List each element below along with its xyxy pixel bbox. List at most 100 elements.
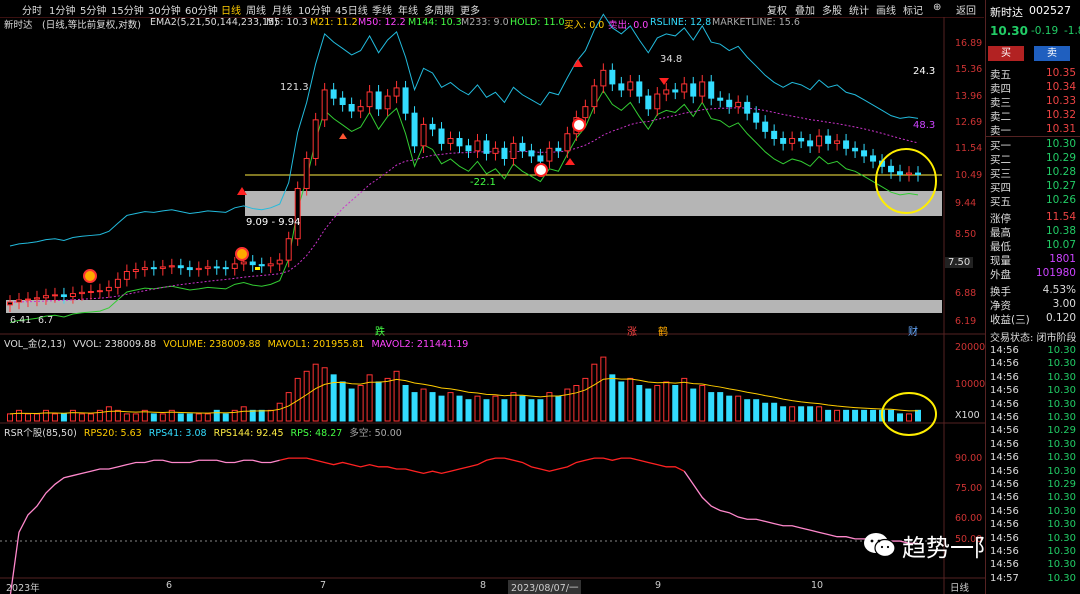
- tick-row: 14:56 10.30: [990, 466, 1080, 479]
- volume-bar: [267, 409, 274, 422]
- bid-row: 买三 10.28: [990, 166, 1080, 180]
- volume-bar: [456, 395, 463, 422]
- date-label: 6: [166, 580, 173, 591]
- annotation-range: 9.09 - 9.94: [246, 217, 301, 228]
- tick-time: 14:56: [990, 479, 1019, 490]
- volume-bar: [798, 406, 805, 422]
- volume-bar: [789, 406, 796, 422]
- candle-body: [654, 93, 661, 110]
- ask-row: 卖一 10.31: [990, 123, 1080, 137]
- buy-button[interactable]: 买: [988, 46, 1024, 61]
- tick-row: 14:56 10.30: [990, 399, 1080, 412]
- volume-bar: [69, 409, 76, 422]
- volume-bar: [807, 406, 814, 422]
- bid-row: 买四 10.27: [990, 180, 1080, 194]
- volume-bar: [483, 399, 490, 422]
- candle-body: [600, 69, 607, 87]
- candle-body: [15, 299, 22, 303]
- volume-bar: [501, 399, 508, 422]
- mavol1-value: MAVOL1: 201955.81: [267, 339, 365, 350]
- side-price: 10.30: [990, 24, 1028, 38]
- candle-body: [798, 138, 805, 142]
- tick-price: 10.30: [1047, 398, 1076, 410]
- volume-bar: [654, 385, 661, 422]
- candle-body: [780, 138, 787, 144]
- tick-price: 10.30: [1047, 371, 1076, 383]
- row-label: 卖五: [990, 69, 1011, 81]
- candle-body: [771, 130, 778, 140]
- candle-body: [627, 81, 634, 91]
- candle-body: [114, 278, 121, 288]
- candle-body: [33, 297, 40, 300]
- divider: [986, 136, 1080, 137]
- price-axis-label: 16.89: [955, 38, 983, 49]
- stat-row: 现量 1801: [990, 253, 1080, 267]
- tick-row: 14:57 10.30: [990, 573, 1080, 586]
- rsr-line-pink: [9, 459, 280, 594]
- date-cursor-label: 2023/08/07/一: [508, 580, 582, 594]
- price-axis-label: 6.88: [955, 288, 977, 299]
- row-value: 10.31: [1045, 123, 1076, 135]
- volume-bar: [402, 385, 409, 422]
- plus-circle-icon: [534, 163, 548, 177]
- volume-bar: [60, 413, 67, 422]
- candle-body: [132, 269, 139, 272]
- row-value: 10.30: [1045, 138, 1076, 150]
- candle-body: [753, 112, 760, 123]
- volume-bar: [375, 381, 382, 422]
- candle-body: [141, 267, 148, 271]
- tick-price: 10.30: [1047, 559, 1076, 571]
- stat-row: 净资 3.00: [990, 298, 1080, 312]
- candle-body: [852, 147, 859, 152]
- rps144-value: RPS144: 92.45: [213, 428, 284, 439]
- volume-bar: [321, 367, 328, 422]
- volume-bar: [843, 409, 850, 422]
- volume-bar: [906, 413, 913, 422]
- sell-button[interactable]: 卖: [1034, 46, 1070, 61]
- row-value: 10.32: [1045, 109, 1076, 121]
- volume-bar: [195, 413, 202, 422]
- tick-row: 14:56 10.30: [990, 412, 1080, 425]
- annotation-bottom-left: 6.41: [10, 315, 32, 326]
- row-label: 买三: [990, 168, 1011, 180]
- volume-bar: [753, 399, 760, 422]
- row-label: 最高: [990, 227, 1011, 239]
- volume-bar: [888, 409, 895, 422]
- tick-price: 10.30: [1047, 519, 1076, 531]
- trade-status: 交易状态: 闭市阶段: [990, 333, 1077, 344]
- volume-bar: [312, 363, 319, 422]
- tick-row: 14:56 10.30: [990, 533, 1080, 546]
- tick-row: 14:56 10.30: [990, 439, 1080, 452]
- volume-bar: [339, 381, 346, 422]
- rps20-value: RPS20: 5.63: [83, 428, 142, 439]
- rsr-axis-75: 75.00: [955, 483, 983, 494]
- volume-bar: [7, 413, 13, 422]
- stat-row: 最高 10.38: [990, 225, 1080, 239]
- candle-body: [375, 91, 382, 110]
- stat-row: 换手 4.53%: [990, 284, 1080, 298]
- volume-bar: [645, 388, 652, 422]
- tick-time: 14:56: [990, 385, 1019, 397]
- price-axis-label: 13.96: [955, 91, 983, 102]
- candle-body: [42, 295, 49, 299]
- row-label: 换手: [990, 286, 1011, 298]
- up-arrow-icon: [565, 158, 575, 165]
- candle-body: [564, 133, 571, 152]
- candle-body: [609, 69, 616, 85]
- candle-body: [330, 89, 337, 99]
- row-label: 买五: [990, 196, 1011, 208]
- kline-chart[interactable]: [0, 0, 985, 594]
- tick-row: 14:56 10.30: [990, 452, 1080, 465]
- volume-bar: [627, 377, 634, 422]
- candle-body: [717, 97, 724, 101]
- candle-body: [7, 301, 13, 306]
- row-label: 外盘: [990, 269, 1011, 281]
- candle-body: [870, 155, 877, 162]
- volume-bar: [492, 395, 499, 422]
- box-price-label: 7.50: [945, 257, 974, 268]
- row-label: 买四: [990, 182, 1011, 194]
- tick-row: 14:56 10.30: [990, 559, 1080, 572]
- row-value: 10.27: [1045, 180, 1076, 192]
- candle-body: [915, 172, 921, 175]
- candle-body: [672, 89, 679, 93]
